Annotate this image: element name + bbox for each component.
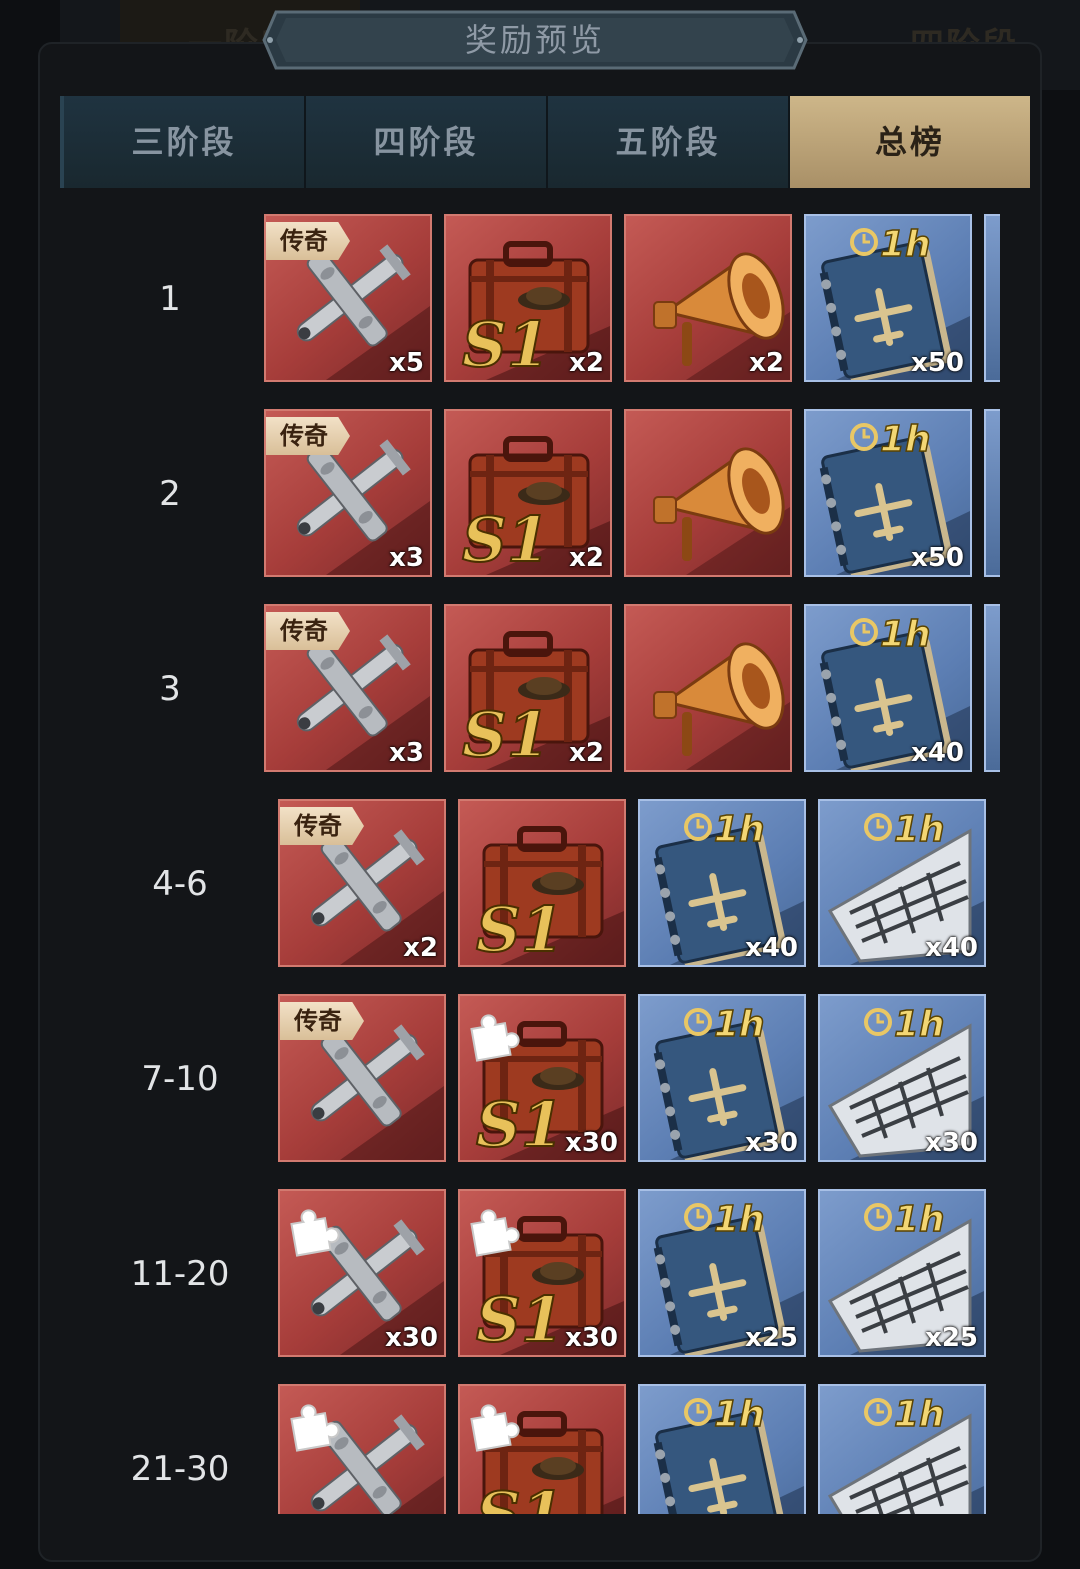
item-quantity: x2 — [403, 933, 438, 963]
rank-label: 2 — [159, 474, 181, 514]
svg-text:1h: 1h — [894, 1394, 945, 1435]
reward-item-suitcase[interactable]: S1 x30 — [458, 1189, 626, 1357]
reward-item-plane[interactable]: 传奇 x2 — [278, 799, 446, 967]
legendary-tag: 传奇 — [280, 807, 364, 845]
item-quantity: x3 — [389, 738, 424, 768]
svg-text:1h: 1h — [714, 1004, 765, 1045]
stage-tabs: 三阶段 四阶段 五阶段 总榜 — [60, 96, 1030, 188]
reward-preview-panel: 三阶段 四阶段 五阶段 总榜 1 传奇 x5 S1 x2 x2 1h x50 2… — [38, 42, 1042, 1562]
item-quantity: x2 — [569, 738, 604, 768]
legendary-tag: 传奇 — [266, 612, 350, 650]
reward-item-horn[interactable]: x2 — [624, 214, 792, 382]
svg-text:S1: S1 — [462, 503, 550, 575]
svg-text:S1: S1 — [476, 893, 564, 965]
reward-item-suitcase[interactable]: S1 x30 — [458, 994, 626, 1162]
svg-text:1h: 1h — [714, 809, 765, 850]
item-quantity: x25 — [925, 1323, 978, 1353]
more-items-peek[interactable] — [984, 409, 1000, 577]
svg-text:S1: S1 — [462, 698, 550, 770]
reward-item-manual[interactable]: 1h x25 — [638, 1189, 806, 1357]
svg-text:1h: 1h — [894, 809, 945, 850]
item-quantity: x2 — [569, 543, 604, 573]
item-quantity: x40 — [925, 933, 978, 963]
legendary-tag: 传奇 — [266, 417, 350, 455]
reward-item-suitcase[interactable]: S1 x2 — [444, 214, 612, 382]
reward-item-manual[interactable]: 1h x40 — [804, 604, 972, 772]
reward-row: 2 传奇 x3 S1 x2 1h x50 — [60, 409, 1040, 579]
reward-row: 21-30 S1 1h 1h — [60, 1384, 1040, 1514]
tab-stage-4[interactable]: 四阶段 — [306, 96, 548, 188]
reward-item-manual[interactable]: 1h x30 — [638, 994, 806, 1162]
reward-item-plane[interactable]: 传奇 — [278, 994, 446, 1162]
item-quantity: x2 — [749, 348, 784, 378]
reward-item-manual[interactable]: 1h x50 — [804, 409, 972, 577]
reward-row: 3 传奇 x3 S1 x2 1h x40 — [60, 604, 1040, 774]
reward-item-horn[interactable] — [624, 604, 792, 772]
reward-item-plane[interactable] — [278, 1384, 446, 1514]
svg-text:1h: 1h — [880, 419, 931, 460]
item-quantity: x2 — [569, 348, 604, 378]
reward-item-plane[interactable]: 传奇 x3 — [264, 604, 432, 772]
item-quantity: x50 — [911, 348, 964, 378]
more-items-peek[interactable] — [984, 604, 1000, 772]
rank-label: 21-30 — [130, 1449, 230, 1489]
page-title: 奖励预览 — [464, 21, 605, 59]
reward-item-manual[interactable]: 1h — [638, 1384, 806, 1514]
item-quantity: x25 — [745, 1323, 798, 1353]
rank-label: 7-10 — [141, 1059, 219, 1099]
item-quantity: x30 — [925, 1128, 978, 1158]
item-quantity: x50 — [911, 543, 964, 573]
item-quantity: x30 — [565, 1323, 618, 1353]
reward-item-suitcase[interactable]: S1 — [458, 799, 626, 967]
more-items-peek[interactable] — [984, 214, 1000, 382]
item-quantity: x5 — [389, 348, 424, 378]
item-quantity: x40 — [745, 933, 798, 963]
reward-item-plane[interactable]: 传奇 x3 — [264, 409, 432, 577]
legendary-tag: 传奇 — [266, 222, 350, 260]
reward-item-horn[interactable] — [624, 409, 792, 577]
svg-text:1h: 1h — [714, 1199, 765, 1240]
item-quantity: x3 — [389, 543, 424, 573]
reward-item-suitcase[interactable]: S1 x2 — [444, 409, 612, 577]
reward-row: 7-10 传奇 S1 x30 1h x30 1h x30 — [60, 994, 1040, 1164]
svg-text:1h: 1h — [714, 1394, 765, 1435]
item-quantity: x40 — [911, 738, 964, 768]
tab-overall[interactable]: 总榜 — [790, 96, 1030, 188]
reward-item-suitcase[interactable]: S1 x2 — [444, 604, 612, 772]
reward-item-plane[interactable]: 传奇 x5 — [264, 214, 432, 382]
rank-label: 11-20 — [130, 1254, 230, 1294]
reward-row: 1 传奇 x5 S1 x2 x2 1h x50 — [60, 214, 1040, 384]
svg-text:S1: S1 — [462, 308, 550, 380]
reward-row: 4-6 传奇 x2 S1 1h x40 1h x40 — [60, 799, 1040, 969]
reward-item-suitcase[interactable]: S1 — [458, 1384, 626, 1514]
tab-stage-5[interactable]: 五阶段 — [548, 96, 790, 188]
legendary-tag: 传奇 — [280, 1002, 364, 1040]
svg-text:1h: 1h — [880, 614, 931, 655]
reward-item-manual[interactable]: 1h x40 — [638, 799, 806, 967]
reward-item-manual[interactable]: 1h x50 — [804, 214, 972, 382]
reward-item-wing[interactable]: 1h x40 — [818, 799, 986, 967]
reward-item-plane[interactable]: x30 — [278, 1189, 446, 1357]
svg-text:1h: 1h — [894, 1004, 945, 1045]
reward-list[interactable]: 1 传奇 x5 S1 x2 x2 1h x50 2 传奇 x3 S1 x2 1h… — [60, 214, 1040, 1514]
tab-stage-3[interactable]: 三阶段 — [60, 96, 306, 188]
rank-label: 3 — [159, 669, 181, 709]
reward-item-wing[interactable]: 1h x30 — [818, 994, 986, 1162]
rank-label: 1 — [159, 279, 181, 319]
item-quantity: x30 — [565, 1128, 618, 1158]
svg-text:1h: 1h — [880, 224, 931, 265]
title-plate: 奖励预览 — [262, 8, 808, 72]
reward-item-wing[interactable]: 1h — [818, 1384, 986, 1514]
svg-text:1h: 1h — [894, 1199, 945, 1240]
reward-item-wing[interactable]: 1h x25 — [818, 1189, 986, 1357]
item-quantity: x30 — [745, 1128, 798, 1158]
reward-row: 11-20 x30 S1 x30 1h x25 1h x25 — [60, 1189, 1040, 1359]
item-quantity: x30 — [385, 1323, 438, 1353]
rank-label: 4-6 — [152, 864, 208, 904]
